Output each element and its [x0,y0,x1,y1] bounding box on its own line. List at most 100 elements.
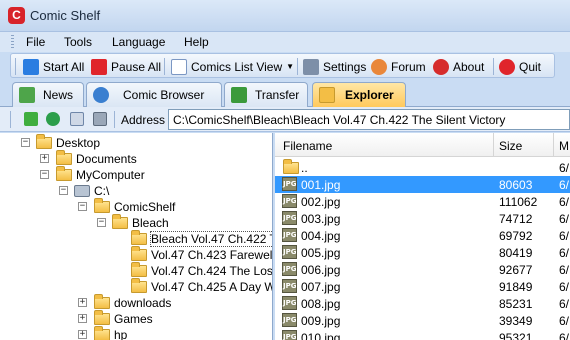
menu-grip [11,35,14,49]
tree-node-mycomputer[interactable]: MyComputer [56,166,145,183]
file-list[interactable]: Filename Size M .. 6/JPG 001.jpg 80603 6/JPG… [275,133,570,340]
expand-icon[interactable]: + [78,314,87,323]
tree-node-comicshelf[interactable]: ComicShelf [94,198,176,215]
file-row[interactable]: JPG 007.jpg 91849 6/ [275,278,570,295]
toolbar-separator-3 [493,58,494,75]
title-bar: C Comic Shelf [0,0,570,32]
folder-icon [36,134,52,149]
file-row[interactable]: JPG 001.jpg 80603 6/ [275,176,570,193]
file-mod: 6/ [559,263,570,277]
expand-icon[interactable]: + [78,298,87,307]
file-row[interactable]: JPG 008.jpg 85231 6/ [275,295,570,312]
file-row[interactable]: JPG 003.jpg 74712 6/ [275,210,570,227]
column-divider[interactable] [553,133,554,157]
tab-explorer[interactable]: Explorer [312,82,406,107]
folder-icon [131,278,147,293]
start-all-button[interactable]: Start All [23,57,84,76]
expand-icon[interactable]: + [78,330,87,339]
menu-tools[interactable]: Tools [64,35,92,49]
collapse-icon[interactable]: − [21,138,30,147]
file-row[interactable]: JPG 005.jpg 80419 6/ [275,244,570,261]
tab-news[interactable]: News [12,82,84,107]
address-bar: Address C:\ComicShelf\Bleach\Bleach Vol.… [0,107,570,132]
column-filename[interactable]: Filename [283,139,332,153]
tree-node-desktop[interactable]: Desktop [36,134,100,151]
collapse-icon[interactable]: − [97,218,106,227]
tree-node-label: MyComputer [76,168,145,182]
file-mod: 6/ [559,314,570,328]
folder-icon [94,326,110,340]
start-all-label: Start All [43,59,85,74]
tree-node-downloads[interactable]: downloads [94,294,171,311]
comics-list-view-button[interactable]: Comics List View ▼ [171,57,294,76]
folder-icon [131,262,147,277]
file-row[interactable]: JPG 004.jpg 69792 6/ [275,227,570,244]
menu-language[interactable]: Language [112,35,165,49]
refresh-icon[interactable] [46,112,60,126]
about-button[interactable]: About [433,57,484,76]
tree-node-games[interactable]: Games [94,310,153,327]
settings-icon [303,58,319,75]
jpg-file-icon: JPG [282,313,297,327]
folder-up-icon[interactable] [70,112,84,126]
folder-tree[interactable]: − Desktop + Documents − MyComputer − C:\… [0,133,273,340]
file-row[interactable]: .. 6/ [275,159,570,176]
tree-node-drive-c[interactable]: C:\ [74,183,109,199]
settings-button[interactable]: Settings [303,57,366,76]
quit-button[interactable]: Quit [499,57,541,76]
tree-node-chapter-424[interactable]: Vol.47 Ch.424 The Lost Agent [131,262,273,279]
tree-node-documents[interactable]: Documents [56,150,137,167]
jpg-file-icon: JPG [282,194,297,208]
jpg-file-icon: JPG [282,296,297,310]
tree-node-chapter-425[interactable]: Vol.47 Ch.425 A Day Without You [131,278,272,295]
tree-node-chapter-423[interactable]: Vol.47 Ch.423 Farewell Swords [131,246,273,263]
address-input[interactable]: C:\ComicShelf\Bleach\Bleach Vol.47 Ch.42… [168,109,570,130]
tree-node-label: Vol.47 Ch.424 The Lost Agent [151,264,273,278]
comics-list-view-label: Comics List View [191,59,283,74]
jpg-file-icon: JPG [282,279,297,293]
folder-icon [94,294,110,309]
tab-transfer[interactable]: Transfer [224,82,308,107]
file-row[interactable]: JPG 006.jpg 92677 6/ [275,261,570,278]
file-name: .. [301,161,308,175]
tree-node-chapter-422[interactable]: Bleach Vol.47 Ch.422 The Silent Victory [131,230,272,247]
tree-node-label: Vol.47 Ch.423 Farewell Swords [151,248,273,262]
file-size: 95321 [499,331,533,340]
file-row[interactable]: JPG 009.jpg 39349 6/ [275,312,570,329]
menu-help[interactable]: Help [184,35,209,49]
folder-icon [56,150,72,165]
file-row[interactable]: JPG 010.jpg 95321 6/ [275,329,570,340]
tab-news-label: News [43,88,74,102]
jpg-file-icon: JPG [282,211,297,225]
file-mod: 6/ [559,331,570,340]
menu-file[interactable]: File [26,35,45,49]
jpg-file-icon: JPG [282,330,297,340]
back-arrow-icon[interactable] [24,112,38,126]
address-label: Address [121,113,166,127]
collapse-icon[interactable]: − [59,186,68,195]
quit-label: Quit [519,59,542,74]
file-row[interactable]: JPG 002.jpg 111062 6/ [275,193,570,210]
tab-comic-browser[interactable]: Comic Browser [86,82,222,107]
pause-all-button[interactable]: Pause All [91,57,161,76]
tree-node-bleach[interactable]: Bleach [112,214,169,231]
save-icon[interactable] [93,112,107,126]
address-grip [10,111,11,128]
forum-button[interactable]: Forum [371,57,426,76]
list-view-icon [171,58,187,75]
column-size[interactable]: Size [499,139,522,153]
drive-icon [74,185,90,197]
column-divider[interactable] [493,133,494,157]
collapse-icon[interactable]: − [78,202,87,211]
about-label: About [453,59,485,74]
expand-icon[interactable]: + [40,154,49,163]
column-modified[interactable]: M [559,139,569,153]
file-size: 92677 [499,263,533,277]
collapse-icon[interactable]: − [40,170,49,179]
file-size: 74712 [499,212,533,226]
tree-node-label: ComicShelf [114,200,176,214]
jpg-file-icon: JPG [282,177,297,191]
tree-node-hp[interactable]: hp [94,326,127,340]
file-mod: 6/ [559,280,570,294]
file-mod: 6/ [559,161,570,175]
